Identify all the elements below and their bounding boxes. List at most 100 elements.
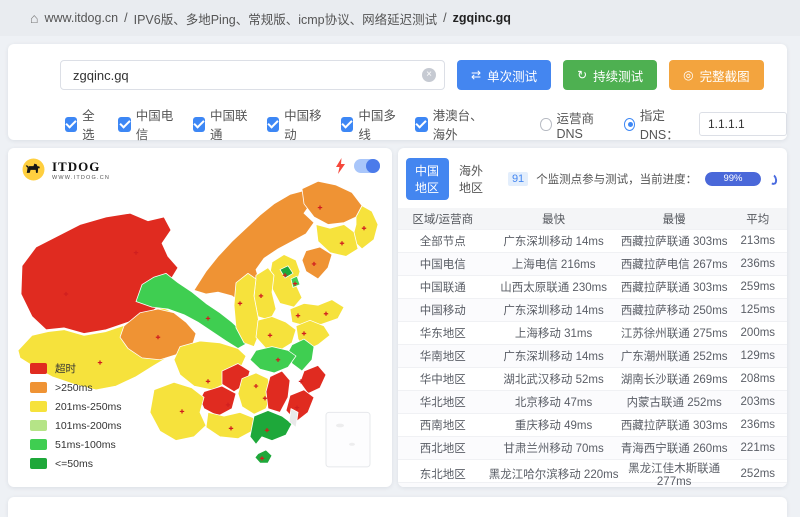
progress-fill: 99% <box>705 172 761 186</box>
breadcrumb: ⌂ www.itdog.cn / IPV6版、多地Ping、常规版、icmp协议… <box>0 0 800 36</box>
checkbox-label: 中国移动 <box>284 105 325 143</box>
column-header: 平均 <box>729 211 787 227</box>
table-cell: 129ms <box>729 350 787 362</box>
legend-swatch <box>30 363 47 374</box>
table-cell: 236ms <box>729 419 787 431</box>
table-cell: 西北地区 <box>398 440 487 456</box>
monitor-count-badge: 91 <box>508 172 528 186</box>
table-row: 华东地区上海移动 31ms江苏徐州联通 275ms200ms <box>398 322 787 345</box>
checkbox-checked-icon <box>415 117 427 132</box>
filter-checkbox[interactable]: 中国电信 <box>118 105 176 143</box>
table-cell: 西藏拉萨联通 303ms <box>620 279 729 295</box>
table-cell: 港澳台 <box>398 486 487 487</box>
logo-title: ITDOG <box>52 159 110 175</box>
tab-china-region[interactable]: 中国地区 <box>406 158 449 200</box>
table-cell: 山西太原联通 230ms <box>487 279 619 295</box>
checkbox-checked-icon <box>267 117 279 132</box>
table-cell: 广东潮州联通 252ms <box>620 348 729 364</box>
province-liaoning <box>302 247 332 279</box>
table-cell: 上海移动 31ms <box>487 325 619 341</box>
table-cell: 203ms <box>729 396 787 408</box>
table-cell: 西藏拉萨联通 303ms <box>620 233 729 249</box>
checkbox-checked-icon <box>118 117 130 132</box>
province-jiangxi <box>266 371 290 412</box>
tab-overseas-region[interactable]: 海外地区 <box>459 162 484 196</box>
table-cell: 中国电信 <box>398 256 487 272</box>
legend-item: 101ms-200ms <box>30 416 122 435</box>
province-guangxi <box>206 412 254 438</box>
lightning-icon[interactable] <box>335 158 346 174</box>
dns-radio[interactable]: 指定DNS： <box>624 105 693 143</box>
radio-icon <box>624 118 635 131</box>
filter-checkbox[interactable]: 中国联通 <box>193 105 251 143</box>
column-header: 最慢 <box>620 211 729 227</box>
single-test-button[interactable]: ⇄ 单次测试 <box>457 60 551 90</box>
table-cell: 甘肃兰州移动 70ms <box>487 440 619 456</box>
table-cell: 北京移动 47ms <box>487 394 619 410</box>
table-cell: 华北地区 <box>398 394 487 410</box>
continuous-test-button[interactable]: ↻ 持续测试 <box>563 60 657 90</box>
breadcrumb-path: IPV6版、多地Ping、常规版、icmp协议、网络延迟测试 <box>134 9 438 28</box>
checkbox-label: 全选 <box>82 105 102 143</box>
province-shandong <box>290 300 344 326</box>
legend-swatch <box>30 458 47 469</box>
breadcrumb-site[interactable]: www.itdog.cn <box>44 11 118 25</box>
clear-input-icon[interactable]: × <box>422 68 436 82</box>
table-cell: 内蒙古联通 252ms <box>620 394 729 410</box>
table-row: 华北地区北京移动 47ms内蒙古联通 252ms203ms <box>398 391 787 414</box>
table-cell: 全部节点 <box>398 233 487 249</box>
camera-icon: ◎ <box>683 68 693 82</box>
table-row: 港澳台------ <box>398 483 787 487</box>
search-panel: × ⇄ 单次测试 ↻ 持续测试 ◎ 完整截图 全选中国电信中国联通中国移动中国多… <box>8 44 787 140</box>
table-cell: 252ms <box>729 468 787 480</box>
full-screenshot-button[interactable]: ◎ 完整截图 <box>669 60 764 90</box>
table-cell: 黑龙江哈尔滨移动 220ms <box>487 466 619 482</box>
filter-checkbox[interactable]: 中国多线 <box>341 105 399 143</box>
legend-label: <=50ms <box>55 458 93 470</box>
province-yunnan <box>150 382 206 440</box>
dns-radio[interactable]: 运营商DNS <box>540 108 609 141</box>
table-cell: 重庆移动 49ms <box>487 417 619 433</box>
next-section-card <box>8 497 787 517</box>
province-guizhou <box>200 386 236 416</box>
legend-swatch <box>30 401 47 412</box>
south-china-sea-inset <box>326 412 370 466</box>
table-cell: 东北地区 <box>398 466 487 482</box>
filter-checkbox[interactable]: 港澳台、海外 <box>415 105 494 143</box>
table-row: 东北地区黑龙江哈尔滨移动 220ms黑龙江佳木斯联通 277ms252ms <box>398 460 787 483</box>
legend-label: >250ms <box>55 382 93 394</box>
table-cell: 西藏拉萨移动 250ms <box>620 302 729 318</box>
continuous-test-label: 持续测试 <box>593 66 643 85</box>
map-toggle[interactable] <box>354 159 380 173</box>
checkbox-label: 中国联通 <box>210 105 251 143</box>
map-legend: 超时>250ms201ms-250ms101ms-200ms51ms-100ms… <box>30 359 122 473</box>
table-row: 华中地区湖北武汉移动 52ms湖南长沙联通 269ms208ms <box>398 368 787 391</box>
filter-checkbox[interactable]: 全选 <box>65 105 102 143</box>
progress-label: 个监测点参与测试，当前进度： <box>536 171 697 187</box>
table-cell: 广东深圳移动 14ms <box>487 302 619 318</box>
host-input[interactable] <box>60 60 445 90</box>
dns-input[interactable] <box>699 112 787 136</box>
table-cell: 广东深圳移动 14ms <box>487 348 619 364</box>
table-row: 全部节点广东深圳移动 14ms西藏拉萨联通 303ms213ms <box>398 230 787 253</box>
dns-radio-list: 运营商DNS 指定DNS： <box>540 105 693 143</box>
china-map-panel: ITDOG WWW.ITDOG.CN <box>8 148 392 487</box>
checkbox-checked-icon <box>65 117 77 132</box>
province-zhejiang <box>300 365 326 393</box>
results-panel: 中国地区 海外地区 91 个监测点参与测试，当前进度： 99% 区域/运营商最快… <box>398 148 787 487</box>
table-cell: 广东深圳移动 14ms <box>487 233 619 249</box>
legend-item: 超时 <box>30 359 122 378</box>
table-cell: 西藏拉萨电信 267ms <box>620 256 729 272</box>
table-cell: 黑龙江佳木斯联通 277ms <box>620 460 729 487</box>
table-cell: 125ms <box>729 304 787 316</box>
column-header: 区域/运营商 <box>398 211 487 227</box>
table-cell: 208ms <box>729 373 787 385</box>
dog-icon <box>20 156 47 183</box>
legend-swatch <box>30 420 47 431</box>
table-row: 西南地区重庆移动 49ms西藏拉萨联通 303ms236ms <box>398 414 787 437</box>
progress-bar: 99% <box>705 172 761 186</box>
table-cell: 中国联通 <box>398 279 487 295</box>
table-cell: 西藏拉萨联通 303ms <box>620 417 729 433</box>
legend-label: 201ms-250ms <box>55 401 122 413</box>
filter-checkbox[interactable]: 中国移动 <box>267 105 325 143</box>
